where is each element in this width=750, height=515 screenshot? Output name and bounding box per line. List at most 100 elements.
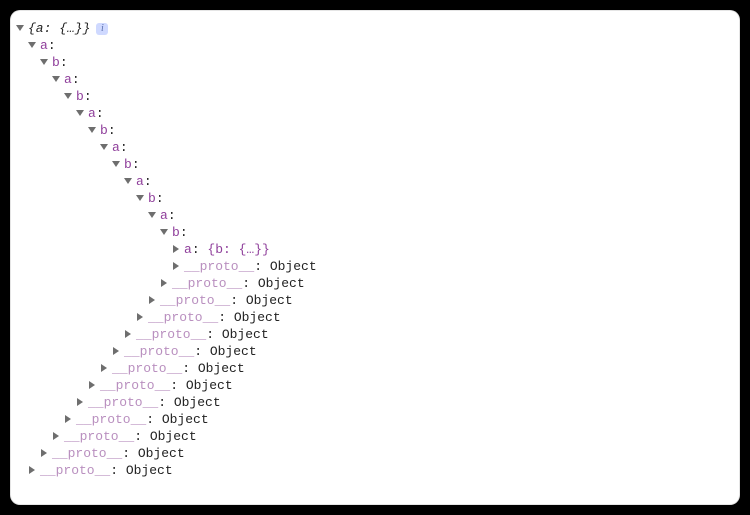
colon: :: [156, 191, 164, 206]
proto-key: __proto__: [100, 378, 170, 393]
proto-key: __proto__: [124, 344, 194, 359]
tree-row[interactable]: a:: [16, 139, 734, 156]
colon: :: [170, 378, 186, 393]
tree-row[interactable]: a:: [16, 207, 734, 224]
colon: :: [168, 208, 176, 223]
tree-row[interactable]: __proto__: Object: [16, 343, 734, 360]
colon: :: [192, 242, 208, 257]
property-key: a: [88, 106, 96, 121]
colon: :: [110, 463, 126, 478]
property-key: a: [160, 208, 168, 223]
tree-row[interactable]: __proto__: Object: [16, 275, 734, 292]
tree-row[interactable]: a:: [16, 37, 734, 54]
proto-key: __proto__: [172, 276, 242, 291]
tree-row[interactable]: __proto__: Object: [16, 428, 734, 445]
chevron-down-icon[interactable]: [124, 178, 132, 184]
colon: :: [182, 361, 198, 376]
tree-row[interactable]: b:: [16, 156, 734, 173]
tree-row[interactable]: b:: [16, 224, 734, 241]
chevron-right-icon[interactable]: [125, 330, 131, 338]
chevron-right-icon[interactable]: [137, 313, 143, 321]
chevron-down-icon[interactable]: [76, 110, 84, 116]
chevron-right-icon[interactable]: [161, 279, 167, 287]
colon: :: [242, 276, 258, 291]
chevron-down-icon[interactable]: [64, 93, 72, 99]
chevron-down-icon[interactable]: [88, 127, 96, 133]
chevron-right-icon[interactable]: [173, 245, 179, 253]
tree-row[interactable]: {a: {…}}i: [16, 20, 734, 37]
chevron-down-icon[interactable]: [40, 59, 48, 65]
chevron-down-icon[interactable]: [136, 195, 144, 201]
tree-row[interactable]: __proto__: Object: [16, 309, 734, 326]
proto-key: __proto__: [112, 361, 182, 376]
info-badge-icon[interactable]: i: [96, 23, 108, 35]
tree-row[interactable]: __proto__: Object: [16, 292, 734, 309]
property-key: b: [124, 157, 132, 172]
proto-value: Object: [210, 344, 257, 359]
colon: :: [206, 327, 222, 342]
colon: :: [144, 174, 152, 189]
proto-key: __proto__: [136, 327, 206, 342]
tree-row[interactable]: a:: [16, 173, 734, 190]
tree-row[interactable]: __proto__: Object: [16, 394, 734, 411]
proto-key: __proto__: [160, 293, 230, 308]
tree-row[interactable]: b:: [16, 88, 734, 105]
tree-row[interactable]: __proto__: Object: [16, 411, 734, 428]
chevron-right-icon[interactable]: [149, 296, 155, 304]
chevron-down-icon[interactable]: [28, 42, 36, 48]
colon: :: [120, 140, 128, 155]
property-key: a: [40, 38, 48, 53]
chevron-right-icon[interactable]: [65, 415, 71, 423]
chevron-right-icon[interactable]: [29, 466, 35, 474]
proto-value: Object: [150, 429, 197, 444]
proto-value: Object: [138, 446, 185, 461]
chevron-down-icon[interactable]: [160, 229, 168, 235]
tree-row[interactable]: __proto__: Object: [16, 326, 734, 343]
colon: :: [146, 412, 162, 427]
colon: :: [72, 72, 80, 87]
colon: :: [254, 259, 270, 274]
property-key: a: [184, 242, 192, 257]
chevron-right-icon[interactable]: [173, 262, 179, 270]
tree-row[interactable]: b:: [16, 54, 734, 71]
proto-key: __proto__: [88, 395, 158, 410]
proto-key: __proto__: [52, 446, 122, 461]
chevron-right-icon[interactable]: [53, 432, 59, 440]
chevron-down-icon[interactable]: [16, 25, 24, 31]
colon: :: [84, 89, 92, 104]
tree-row[interactable]: a: {b: {…}}: [16, 241, 734, 258]
tree-row[interactable]: __proto__: Object: [16, 377, 734, 394]
chevron-right-icon[interactable]: [77, 398, 83, 406]
chevron-right-icon[interactable]: [89, 381, 95, 389]
chevron-down-icon[interactable]: [52, 76, 60, 82]
colon: :: [230, 293, 246, 308]
proto-value: Object: [174, 395, 221, 410]
property-key: b: [52, 55, 60, 70]
chevron-down-icon[interactable]: [148, 212, 156, 218]
tree-row[interactable]: a:: [16, 71, 734, 88]
tree-row[interactable]: b:: [16, 122, 734, 139]
colon: :: [132, 157, 140, 172]
chevron-down-icon[interactable]: [112, 161, 120, 167]
proto-value: Object: [234, 310, 281, 325]
tree-row[interactable]: __proto__: Object: [16, 462, 734, 479]
property-key: b: [148, 191, 156, 206]
chevron-right-icon[interactable]: [41, 449, 47, 457]
property-key: a: [112, 140, 120, 155]
tree-row[interactable]: __proto__: Object: [16, 445, 734, 462]
proto-value: Object: [246, 293, 293, 308]
tree-row[interactable]: a:: [16, 105, 734, 122]
colon: :: [180, 225, 188, 240]
chevron-right-icon[interactable]: [101, 364, 107, 372]
property-key: a: [136, 174, 144, 189]
proto-value: Object: [126, 463, 173, 478]
proto-key: __proto__: [184, 259, 254, 274]
chevron-down-icon[interactable]: [100, 144, 108, 150]
tree-row[interactable]: __proto__: Object: [16, 258, 734, 275]
tree-row[interactable]: b:: [16, 190, 734, 207]
property-key: b: [172, 225, 180, 240]
proto-value: Object: [270, 259, 317, 274]
colon: :: [48, 38, 56, 53]
tree-row[interactable]: __proto__: Object: [16, 360, 734, 377]
chevron-right-icon[interactable]: [113, 347, 119, 355]
